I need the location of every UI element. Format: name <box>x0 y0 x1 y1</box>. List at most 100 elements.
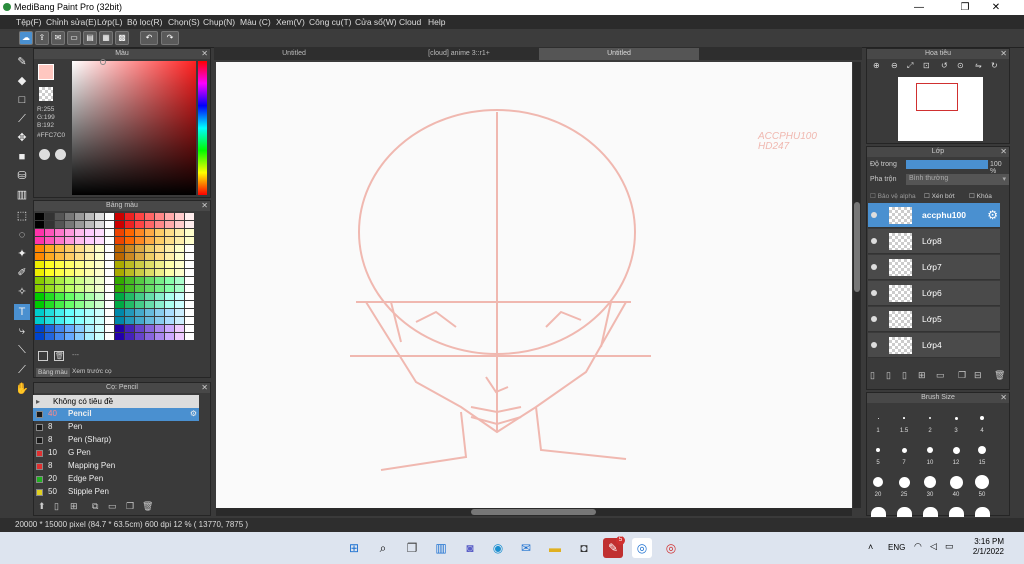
chrome2-icon[interactable]: ◎ <box>661 538 681 558</box>
scrollbar-thumb[interactable] <box>471 509 596 515</box>
clock[interactable]: 3:16 PM 2/1/2022 <box>970 537 1004 557</box>
color-swatch[interactable] <box>175 301 184 308</box>
new-layer-icon[interactable]: ▯ <box>870 370 875 381</box>
color-swatch[interactable] <box>65 325 74 332</box>
color-swatch[interactable] <box>75 221 84 228</box>
color-swatch[interactable] <box>185 261 194 268</box>
rotate-reset-icon[interactable]: ⊙ <box>957 61 964 70</box>
color-swatch[interactable] <box>165 285 174 292</box>
actual-size-icon[interactable]: ⊡ <box>923 61 930 70</box>
widgets-icon[interactable]: ▥ <box>431 538 451 558</box>
color-swatch[interactable] <box>135 237 144 244</box>
color-swatch[interactable] <box>175 285 184 292</box>
color-swatch[interactable] <box>175 293 184 300</box>
brush-size-dot[interactable] <box>927 447 933 453</box>
color-swatch[interactable] <box>95 229 104 236</box>
color-swatch[interactable] <box>105 269 114 276</box>
brush-item[interactable]: 8 Pen <box>33 421 199 434</box>
gear-icon[interactable]: ⚙ <box>987 208 998 222</box>
color-swatch[interactable] <box>45 261 54 268</box>
color-swatch[interactable] <box>165 237 174 244</box>
battery-icon[interactable]: ▭ <box>945 541 954 552</box>
brush-size-dot[interactable] <box>978 446 986 454</box>
color-swatch[interactable] <box>145 229 154 236</box>
color-swatch[interactable] <box>165 317 174 324</box>
color-swatch[interactable] <box>185 229 194 236</box>
color-swatch[interactable] <box>65 309 74 316</box>
color-swatch[interactable] <box>35 293 44 300</box>
brush-size-dot[interactable] <box>871 507 886 517</box>
close-icon[interactable]: ✕ <box>201 383 208 393</box>
color-swatch[interactable] <box>115 253 124 260</box>
color-swatch[interactable] <box>165 277 174 284</box>
color-swatch[interactable] <box>45 317 54 324</box>
color-swatch[interactable] <box>105 245 114 252</box>
color-swatch[interactable] <box>155 333 164 340</box>
mail-icon[interactable]: ✉ <box>516 538 536 558</box>
bucket-tool-icon[interactable]: ⛁ <box>14 168 30 184</box>
brush-size-dot[interactable] <box>873 477 883 487</box>
new-brush-icon[interactable]: ▯ <box>54 501 59 512</box>
color-swatch[interactable] <box>35 269 44 276</box>
color-swatch[interactable] <box>155 237 164 244</box>
eye-icon[interactable] <box>871 212 877 218</box>
color-swatch[interactable] <box>95 317 104 324</box>
color-swatch[interactable] <box>45 245 54 252</box>
color-swatch[interactable] <box>95 285 104 292</box>
color-swatch[interactable] <box>135 285 144 292</box>
color-swatch[interactable] <box>165 221 174 228</box>
tab-cloud-anime[interactable]: [cloud] anime 3::r1+ <box>379 48 539 60</box>
brush-size-dot[interactable] <box>980 416 984 420</box>
windows-start-icon[interactable]: ⊞ <box>344 538 364 558</box>
color-swatch[interactable] <box>145 325 154 332</box>
brush-size-dot[interactable] <box>952 446 960 454</box>
color-swatch[interactable] <box>35 277 44 284</box>
layer-row[interactable]: Lớp5 <box>868 307 1000 332</box>
brush-size-dot[interactable] <box>924 476 936 488</box>
navigator-preview[interactable] <box>898 77 983 141</box>
divide-tool-icon[interactable]: ⟍ <box>14 342 30 358</box>
lock-checkbox[interactable]: ☐ <box>969 193 977 200</box>
color-swatch[interactable] <box>65 253 74 260</box>
menu-tools[interactable]: Công cụ(T) <box>309 17 352 27</box>
color-swatch[interactable] <box>165 245 174 252</box>
color-swatch[interactable] <box>105 309 114 316</box>
color-swatch[interactable] <box>55 269 64 276</box>
color-swatch[interactable] <box>35 301 44 308</box>
color-swatch[interactable] <box>165 309 174 316</box>
layer-row[interactable]: accphu100 ⚙ <box>868 203 1000 228</box>
color-swatch[interactable] <box>175 229 184 236</box>
color-swatch[interactable] <box>35 325 44 332</box>
fill-rect-tool-icon[interactable]: ■ <box>14 149 30 165</box>
brush-tool-icon[interactable]: ✎ <box>14 54 30 70</box>
color-swatch[interactable] <box>55 245 64 252</box>
color-swatch[interactable] <box>135 317 144 324</box>
color-swatch[interactable] <box>135 245 144 252</box>
color-swatch[interactable] <box>55 333 64 340</box>
duplicate-icon[interactable]: ❐ <box>126 501 134 512</box>
color-swatch[interactable] <box>185 221 194 228</box>
task-view-icon[interactable]: ❐ <box>402 538 422 558</box>
color-swatch[interactable] <box>135 269 144 276</box>
color-swatch[interactable] <box>115 269 124 276</box>
color-swatch[interactable] <box>55 285 64 292</box>
chat-icon[interactable]: ▭ <box>67 31 81 45</box>
gear-icon[interactable]: ⚙ <box>190 409 197 418</box>
color-swatch[interactable] <box>105 293 114 300</box>
color-swatch[interactable] <box>175 317 184 324</box>
color-swatch[interactable] <box>185 285 194 292</box>
color-swatch[interactable] <box>185 293 194 300</box>
color-swatch[interactable] <box>95 261 104 268</box>
color-swatch[interactable] <box>145 237 154 244</box>
color-swatch[interactable] <box>105 221 114 228</box>
color-swatch[interactable] <box>75 333 84 340</box>
color-swatch[interactable] <box>55 261 64 268</box>
color-swatch[interactable] <box>55 237 64 244</box>
layer-row[interactable]: Lớp4 <box>868 333 1000 358</box>
color-swatch[interactable] <box>85 237 94 244</box>
color-swatch[interactable] <box>115 229 124 236</box>
menu-filter[interactable]: Bộ lọc(R) <box>127 17 162 27</box>
color-swatch[interactable] <box>115 285 124 292</box>
volume-icon[interactable]: ◁ <box>930 541 937 552</box>
close-icon[interactable]: ✕ <box>1000 147 1007 157</box>
